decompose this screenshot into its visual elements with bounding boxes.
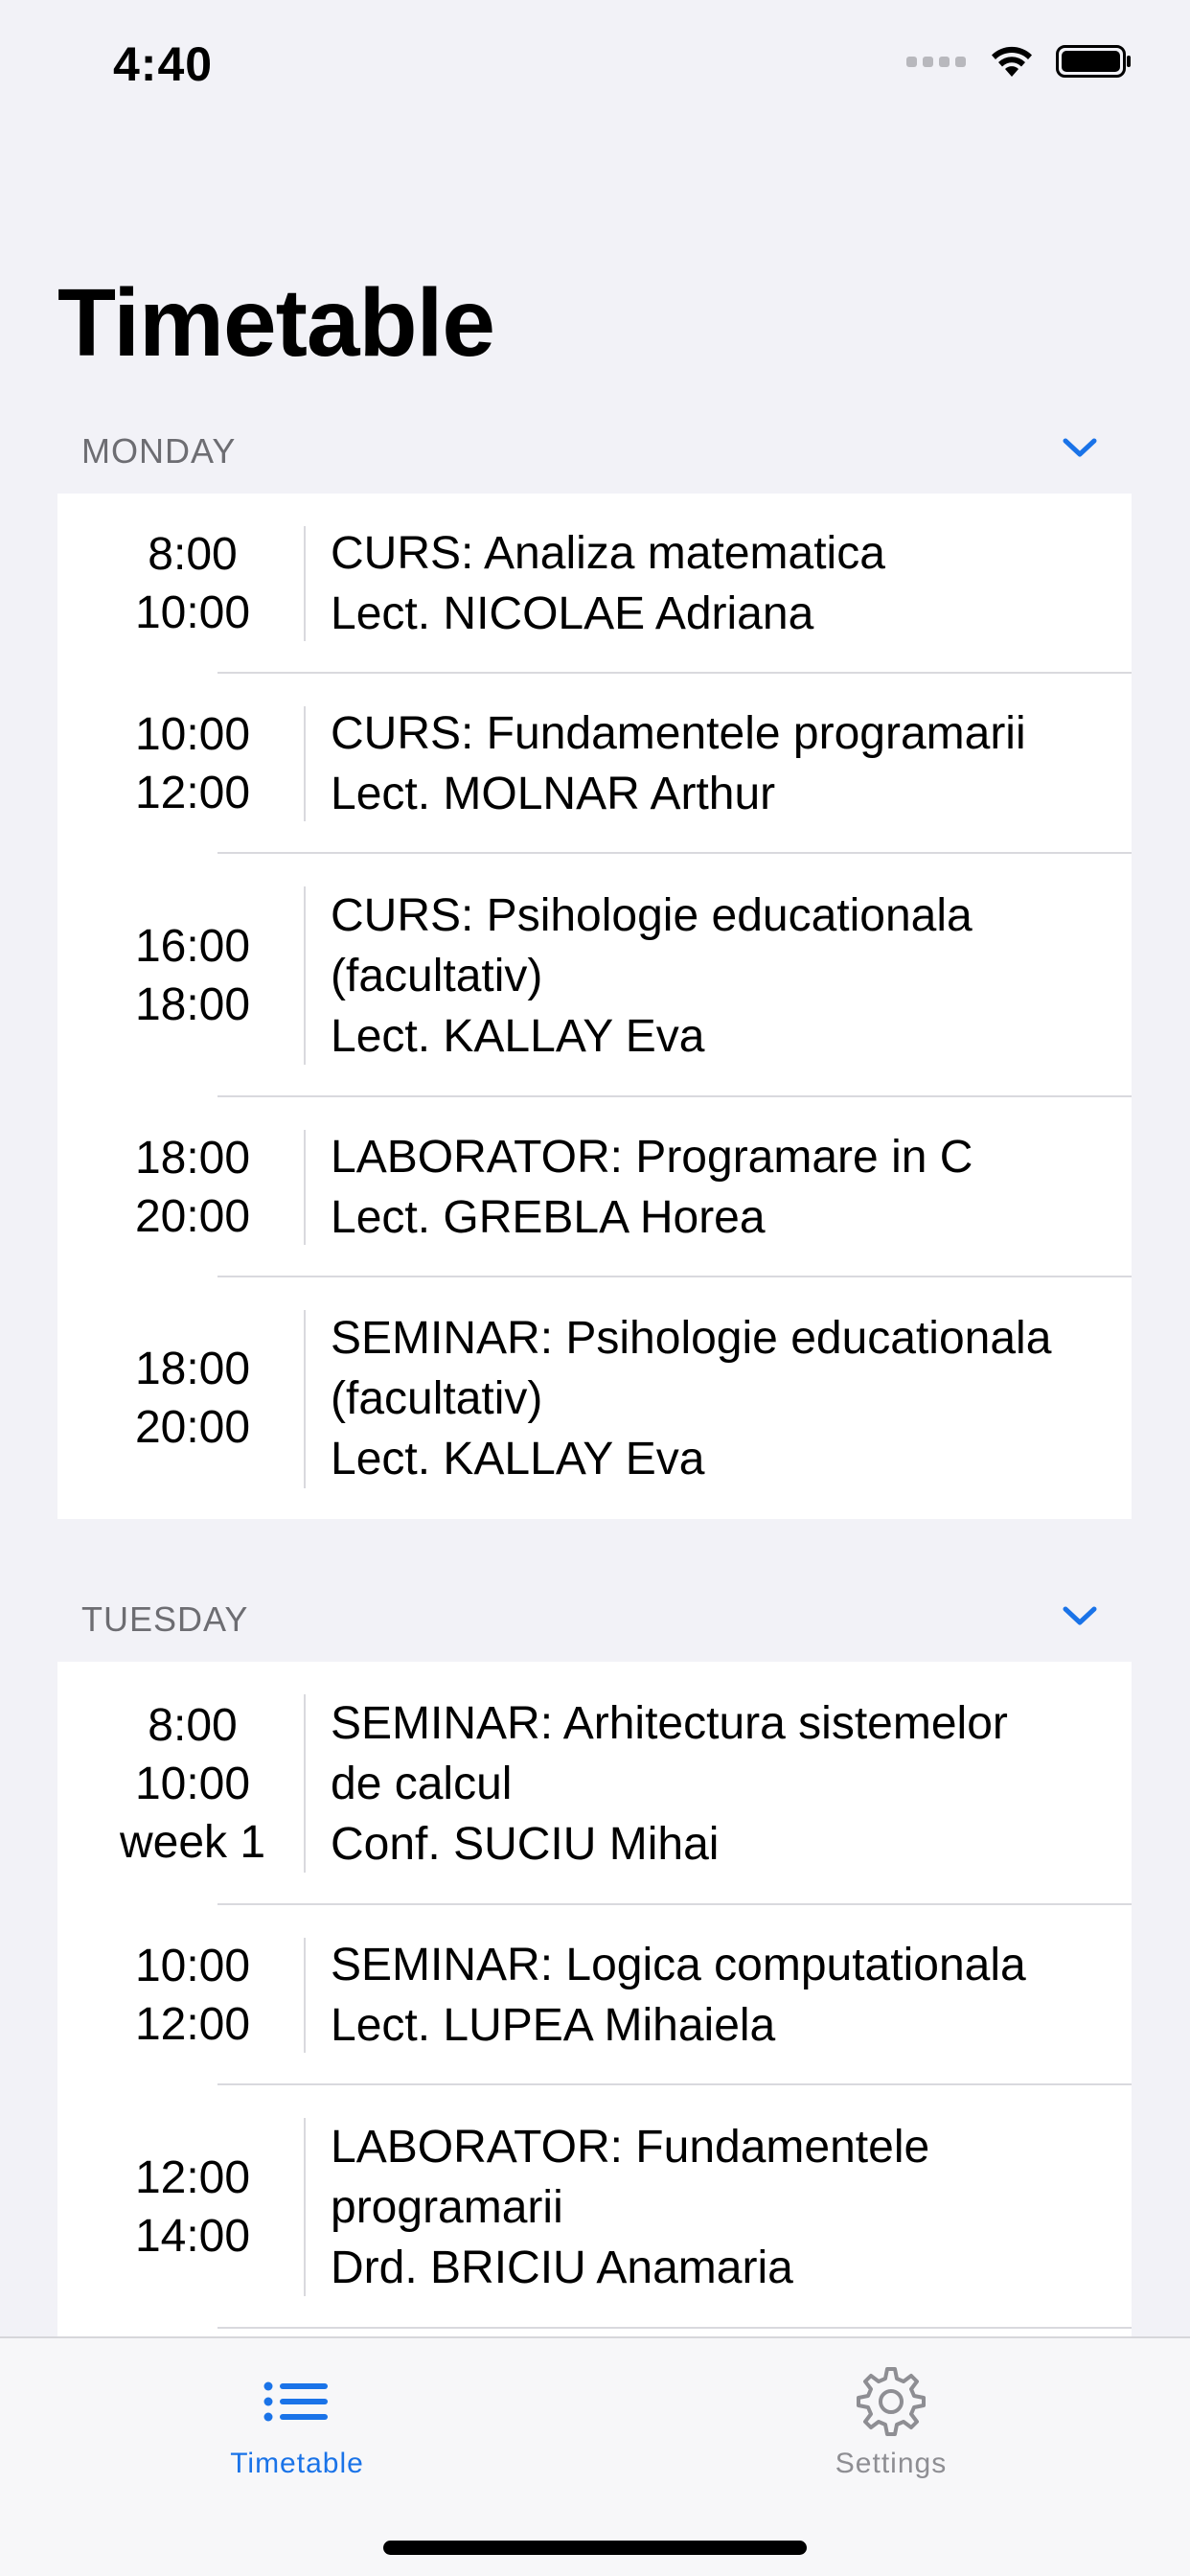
section-header-monday[interactable]: MONDAY <box>57 414 1133 481</box>
class-row[interactable]: 10:00 12:00 SEMINAR: Logica computationa… <box>57 1905 1132 2085</box>
class-info: CURS: Analiza matematica Lect. NICOLAE A… <box>331 494 1112 674</box>
class-teacher: Lect. KALLAY Eva <box>331 1010 705 1062</box>
status-time: 4:40 <box>113 37 214 91</box>
start-time: 8:00 <box>148 1699 238 1751</box>
battery-icon <box>1056 45 1131 78</box>
class-teacher: Lect. LUPEA Mihaiela <box>331 2000 776 2051</box>
class-title: CURS: Analiza matematica <box>331 528 885 579</box>
gear-icon <box>857 2367 926 2436</box>
divider <box>304 1130 306 1245</box>
divider <box>304 526 306 641</box>
signal-icon <box>906 56 966 67</box>
class-title: CURS: Psihologie educationala <box>331 889 973 941</box>
class-title-cont: (facultativ) <box>331 950 543 1001</box>
wifi-icon <box>992 46 1032 77</box>
class-title-cont: programarii <box>331 2181 563 2233</box>
chevron-down-icon[interactable] <box>1061 433 1099 462</box>
class-info: LABORATOR: Fundamentele programarii Drd.… <box>331 2085 1112 2329</box>
class-teacher: Drd. BRICIU Anamaria <box>331 2242 793 2293</box>
class-info: SEMINAR: Psihologie educationala (facult… <box>331 1277 1112 1519</box>
day-group-monday: 8:00 10:00 CURS: Analiza matematica Lect… <box>57 494 1132 1519</box>
status-bar: 4:40 <box>0 0 1190 134</box>
class-info: LABORATOR: Programare in C Lect. GREBLA … <box>331 1097 1112 1277</box>
end-time: 12:00 <box>134 1999 251 2050</box>
class-teacher: Conf. SUCIU Mihai <box>331 1818 720 1870</box>
divider <box>304 1938 306 2053</box>
class-row[interactable]: 18:00 20:00 SEMINAR: Psihologie educatio… <box>57 1277 1132 1519</box>
week-label: week 1 <box>119 1816 266 1868</box>
class-time: 18:00 20:00 <box>57 1277 328 1519</box>
class-row[interactable]: 18:00 20:00 LABORATOR: Programare in C L… <box>57 1097 1132 1277</box>
class-teacher: Lect. GREBLA Horea <box>331 1192 766 1243</box>
list-icon <box>263 2381 328 2422</box>
tab-label: Settings <box>835 2448 948 2479</box>
start-time: 10:00 <box>134 709 251 760</box>
class-teacher: Lect. MOLNAR Arthur <box>331 769 776 819</box>
class-row[interactable]: 10:00 12:00 CURS: Fundamentele programar… <box>57 674 1132 854</box>
class-time: 8:00 10:00 <box>57 494 328 674</box>
tab-timetable[interactable]: Timetable <box>153 2358 441 2480</box>
status-icons <box>906 44 1133 79</box>
class-title: LABORATOR: Programare in C <box>331 1132 973 1183</box>
class-teacher: Lect. NICOLAE Adriana <box>331 588 814 639</box>
end-time: 14:00 <box>134 2211 251 2262</box>
class-info: SEMINAR: Logica computationala Lect. LUP… <box>331 1905 1112 2085</box>
class-time: 10:00 12:00 <box>57 674 328 854</box>
start-time: 12:00 <box>134 2152 251 2203</box>
class-info: CURS: Psihologie educationala (facultati… <box>331 854 1112 1097</box>
end-time: 12:00 <box>134 768 251 818</box>
class-title-cont: de calcul <box>331 1758 513 1809</box>
class-title: CURS: Fundamentele programarii <box>331 708 1026 759</box>
class-title-cont: (facultativ) <box>331 1372 543 1424</box>
day-group-tuesday: 8:00 10:00 week 1 SEMINAR: Arhitectura s… <box>57 1662 1132 2352</box>
end-time: 20:00 <box>134 1191 251 1242</box>
class-title: SEMINAR: Arhitectura sistemelor <box>331 1697 1008 1749</box>
class-title: SEMINAR: Logica computationala <box>331 1940 1026 1990</box>
class-time: 18:00 20:00 <box>57 1097 328 1277</box>
class-time: 12:00 14:00 <box>57 2085 328 2329</box>
class-info: SEMINAR: Arhitectura sistemelor de calcu… <box>331 1662 1112 1905</box>
divider <box>304 706 306 821</box>
class-time: 8:00 10:00 week 1 <box>57 1662 328 1905</box>
start-time: 16:00 <box>134 921 251 972</box>
end-time: 20:00 <box>134 1402 251 1453</box>
tab-settings[interactable]: Settings <box>747 2358 1035 2480</box>
divider <box>304 886 306 1065</box>
section-header-tuesday[interactable]: TUESDAY <box>57 1582 1133 1649</box>
divider <box>304 1310 306 1488</box>
page-title: Timetable <box>57 269 495 377</box>
class-title: LABORATOR: Fundamentele <box>331 2121 930 2173</box>
start-time: 18:00 <box>134 1133 251 1184</box>
class-row[interactable]: 8:00 10:00 CURS: Analiza matematica Lect… <box>57 494 1132 674</box>
start-time: 10:00 <box>134 1941 251 1991</box>
row-separator <box>217 2327 1132 2329</box>
divider <box>304 1694 306 1873</box>
class-time: 16:00 18:00 <box>57 854 328 1097</box>
divider <box>304 2118 306 2296</box>
tab-label: Timetable <box>230 2448 364 2479</box>
section-title: MONDAY <box>81 431 237 471</box>
class-time: 10:00 12:00 <box>57 1905 328 2085</box>
class-info: CURS: Fundamentele programarii Lect. MOL… <box>331 674 1112 854</box>
section-title: TUESDAY <box>81 1599 249 1639</box>
start-time: 8:00 <box>148 529 238 580</box>
class-row[interactable]: 16:00 18:00 CURS: Psihologie educational… <box>57 854 1132 1097</box>
timetable-screen: 4:40 Timetable MONDAY 8:00 10:00 CURS: A… <box>0 0 1190 2576</box>
class-row[interactable]: 12:00 14:00 LABORATOR: Fundamentele prog… <box>57 2085 1132 2329</box>
start-time: 18:00 <box>134 1344 251 1394</box>
end-time: 18:00 <box>134 979 251 1030</box>
class-teacher: Lect. KALLAY Eva <box>331 1433 705 1484</box>
class-row[interactable]: 8:00 10:00 week 1 SEMINAR: Arhitectura s… <box>57 1662 1132 1905</box>
class-title: SEMINAR: Psihologie educationala <box>331 1312 1052 1364</box>
end-time: 10:00 <box>134 587 251 638</box>
home-indicator[interactable] <box>383 2541 807 2555</box>
end-time: 10:00 <box>134 1758 251 1809</box>
chevron-down-icon[interactable] <box>1061 1601 1099 1630</box>
